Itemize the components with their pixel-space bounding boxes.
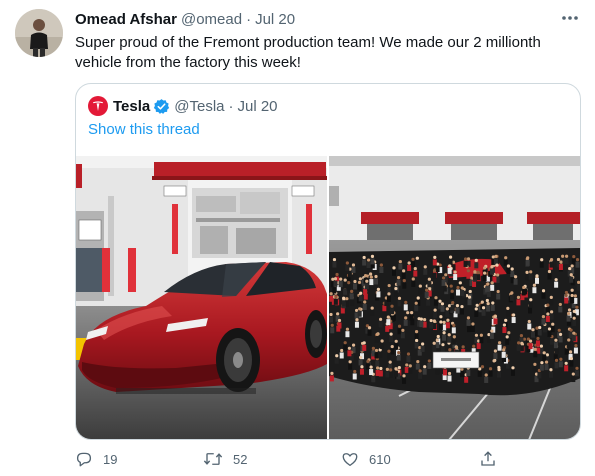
more-dots-icon (562, 16, 578, 20)
tweet-text: Super proud of the Fremont production te… (75, 34, 541, 71)
tesla-logo-icon (88, 96, 108, 116)
retweet-count: 52 (233, 451, 248, 467)
reply-count: 19 (103, 451, 118, 467)
team-photo[interactable] (329, 156, 580, 439)
tweet-date[interactable]: Jul 20 (255, 11, 295, 28)
tweet-actions: 19 52 610 (75, 450, 515, 472)
reply-button[interactable]: 19 (75, 450, 117, 468)
quoted-tweet-header: Tesla @Tesla · Jul 20 (88, 95, 278, 117)
team-photo-image (329, 156, 580, 439)
avatar-image (15, 9, 63, 57)
tweet-header: Omead Afshar @omead · Jul 20 (75, 9, 295, 29)
quoted-tweet-date[interactable]: Jul 20 (238, 98, 278, 115)
verified-badge-icon (153, 98, 170, 115)
author-handle[interactable]: @omead (181, 11, 242, 28)
author-avatar[interactable] (15, 9, 63, 57)
quoted-author-handle[interactable]: @Tesla (174, 98, 224, 115)
like-button[interactable]: 610 (341, 450, 391, 468)
like-count: 610 (369, 451, 391, 467)
heart-icon (342, 453, 358, 467)
quoted-author-name[interactable]: Tesla (113, 98, 150, 115)
retweet-button[interactable]: 52 (203, 450, 247, 468)
car-photo-image (76, 156, 327, 439)
share-icon (481, 451, 495, 466)
author-name[interactable]: Omead Afshar (75, 11, 177, 28)
quoted-tweet[interactable]: Tesla @Tesla · Jul 20 Show this thread (75, 83, 581, 440)
show-thread-link[interactable]: Show this thread (88, 121, 200, 138)
quoted-header-separator: · (228, 97, 234, 115)
header-separator: · (246, 10, 252, 28)
reply-icon (76, 452, 92, 467)
share-button[interactable] (479, 450, 507, 468)
car-photo[interactable] (76, 156, 327, 439)
more-options-button[interactable] (558, 8, 582, 28)
retweet-icon (203, 453, 223, 465)
